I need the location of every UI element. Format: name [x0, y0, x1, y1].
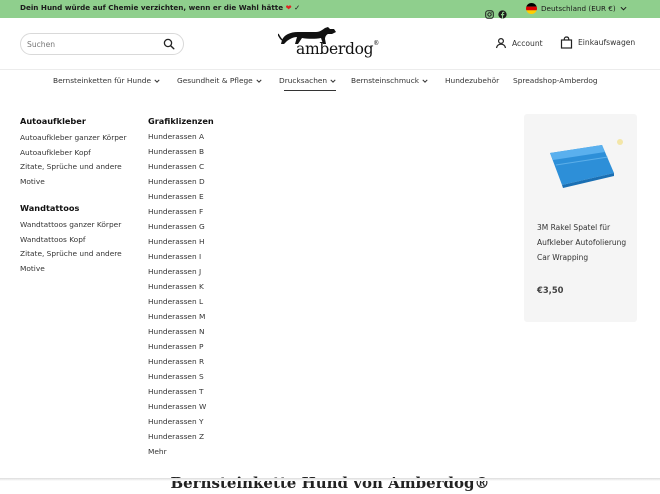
logo-registered-mark: ®	[373, 40, 379, 47]
cart-label: Einkaufswagen	[578, 38, 636, 47]
social-links	[485, 4, 507, 19]
squeegee-product-image	[550, 145, 614, 188]
announcement-bar: Dein Hund würde auf Chemie verzichten, w…	[0, 0, 660, 19]
nav-item-bernsteinketten[interactable]: Bernsteinketten für Hunde	[53, 76, 160, 85]
menu-link[interactable]: Autoaufkleber Kopf	[20, 146, 130, 161]
nav-item-label: Drucksachen	[279, 76, 328, 85]
menu-heading-grafiklizenzen[interactable]: Grafiklizenzen	[148, 116, 258, 126]
instagram-icon[interactable]	[485, 4, 494, 19]
search-box	[20, 33, 184, 55]
heart-icon: ❤	[285, 3, 292, 12]
search-icon[interactable]	[163, 38, 175, 50]
site-header: amberdog® Account Einkaufswagen	[0, 18, 660, 70]
menu-link[interactable]: Zitate, Sprüche und andere Motive	[20, 160, 130, 189]
menu-link[interactable]: Wandtattoos Kopf	[20, 233, 130, 248]
chevron-down-icon	[256, 79, 262, 83]
page-heading: Bernsteinkette Hund von Amberdog®	[170, 474, 490, 492]
menu-link[interactable]: Hunderassen P	[148, 339, 258, 354]
germany-flag-icon	[526, 3, 537, 14]
nav-item-label: Bernsteinketten für Hunde	[53, 76, 152, 85]
nav-item-spreadshop[interactable]: Spreadshop-Amberdog	[513, 76, 598, 85]
account-label: Account	[512, 38, 543, 48]
nav-item-hundezubehoer[interactable]: Hundezubehör	[445, 76, 499, 85]
menu-link[interactable]: Hunderassen Y	[148, 414, 258, 429]
menu-link[interactable]: Hunderassen A	[148, 129, 258, 144]
site-logo[interactable]: amberdog®	[278, 26, 388, 62]
country-selector[interactable]: Deutschland (EUR €)	[526, 3, 627, 14]
menu-link[interactable]: Hunderassen W	[148, 399, 258, 414]
menu-link[interactable]: Hunderassen N	[148, 324, 258, 339]
menu-link[interactable]: Hunderassen F	[148, 204, 258, 219]
menu-link[interactable]: Autoaufkleber ganzer Körper	[20, 131, 130, 146]
menu-link[interactable]: Hunderassen G	[148, 219, 258, 234]
product-name[interactable]: 3M Rakel Spatel für Aufkleber Autofolier…	[537, 221, 629, 265]
menu-column-stickers: Autoaufkleber Autoaufkleber ganzer Körpe…	[20, 116, 130, 276]
nav-item-bernsteinschmuck[interactable]: Bernsteinschmuck	[351, 76, 428, 85]
facebook-icon[interactable]	[498, 4, 507, 19]
chevron-down-icon	[620, 6, 627, 11]
active-nav-underline	[284, 90, 336, 91]
menu-link[interactable]: Hunderassen D	[148, 174, 258, 189]
nav-item-label: Bernsteinschmuck	[351, 76, 420, 85]
chevron-down-icon	[154, 79, 160, 83]
menu-link[interactable]: Hunderassen H	[148, 234, 258, 249]
menu-column-grafiklizenzen: Grafiklizenzen Hunderassen A Hunderassen…	[148, 116, 258, 459]
product-price: €3,50	[537, 285, 564, 295]
account-link[interactable]: Account	[495, 37, 543, 49]
announcement-message: Dein Hund würde auf Chemie verzichten, w…	[20, 3, 284, 12]
nav-item-label: Spreadshop-Amberdog	[513, 76, 598, 85]
nav-item-drucksachen[interactable]: Drucksachen	[279, 76, 336, 85]
wishlist-icon[interactable]	[617, 139, 623, 145]
menu-link[interactable]: Hunderassen C	[148, 159, 258, 174]
chevron-down-icon	[330, 79, 336, 83]
menu-link[interactable]: Wandtattoos ganzer Körper	[20, 218, 130, 233]
menu-link[interactable]: Hunderassen L	[148, 294, 258, 309]
nav-item-gesundheit[interactable]: Gesundheit & Pflege	[177, 76, 262, 85]
logo-wordmark: amberdog®	[296, 40, 379, 58]
chevron-down-icon	[422, 79, 428, 83]
menu-link[interactable]: Zitate, Sprüche und andere Motive	[20, 247, 130, 276]
country-label: Deutschland (EUR €)	[541, 4, 616, 13]
nav-item-label: Gesundheit & Pflege	[177, 76, 253, 85]
shopping-bag-icon	[560, 36, 573, 49]
menu-link[interactable]: Hunderassen E	[148, 189, 258, 204]
menu-link-more[interactable]: Mehr	[148, 444, 258, 459]
announcement-text: Dein Hund würde auf Chemie verzichten, w…	[20, 3, 300, 12]
menu-link[interactable]: Hunderassen R	[148, 354, 258, 369]
cart-link[interactable]: Einkaufswagen	[560, 36, 635, 49]
check-icon: ✓	[294, 3, 301, 12]
menu-link[interactable]: Hunderassen J	[148, 264, 258, 279]
menu-link[interactable]: Hunderassen S	[148, 369, 258, 384]
menu-heading-autoaufkleber[interactable]: Autoaufkleber	[20, 116, 130, 126]
menu-link[interactable]: Hunderassen Z	[148, 429, 258, 444]
user-icon	[495, 37, 507, 49]
search-input[interactable]	[27, 37, 157, 51]
menu-link[interactable]: Hunderassen B	[148, 144, 258, 159]
logo-text: amberdog	[296, 40, 374, 58]
featured-product-card[interactable]: 3M Rakel Spatel für Aufkleber Autofolier…	[524, 114, 637, 322]
menu-link[interactable]: Hunderassen K	[148, 279, 258, 294]
menu-heading-wandtattoos[interactable]: Wandtattoos	[20, 203, 130, 213]
main-navigation: Bernsteinketten für Hunde Gesundheit & P…	[0, 70, 660, 94]
menu-link[interactable]: Hunderassen M	[148, 309, 258, 324]
menu-link[interactable]: Hunderassen I	[148, 249, 258, 264]
menu-link[interactable]: Hunderassen T	[148, 384, 258, 399]
menu-shadow	[0, 478, 660, 481]
nav-item-label: Hundezubehör	[445, 76, 500, 85]
